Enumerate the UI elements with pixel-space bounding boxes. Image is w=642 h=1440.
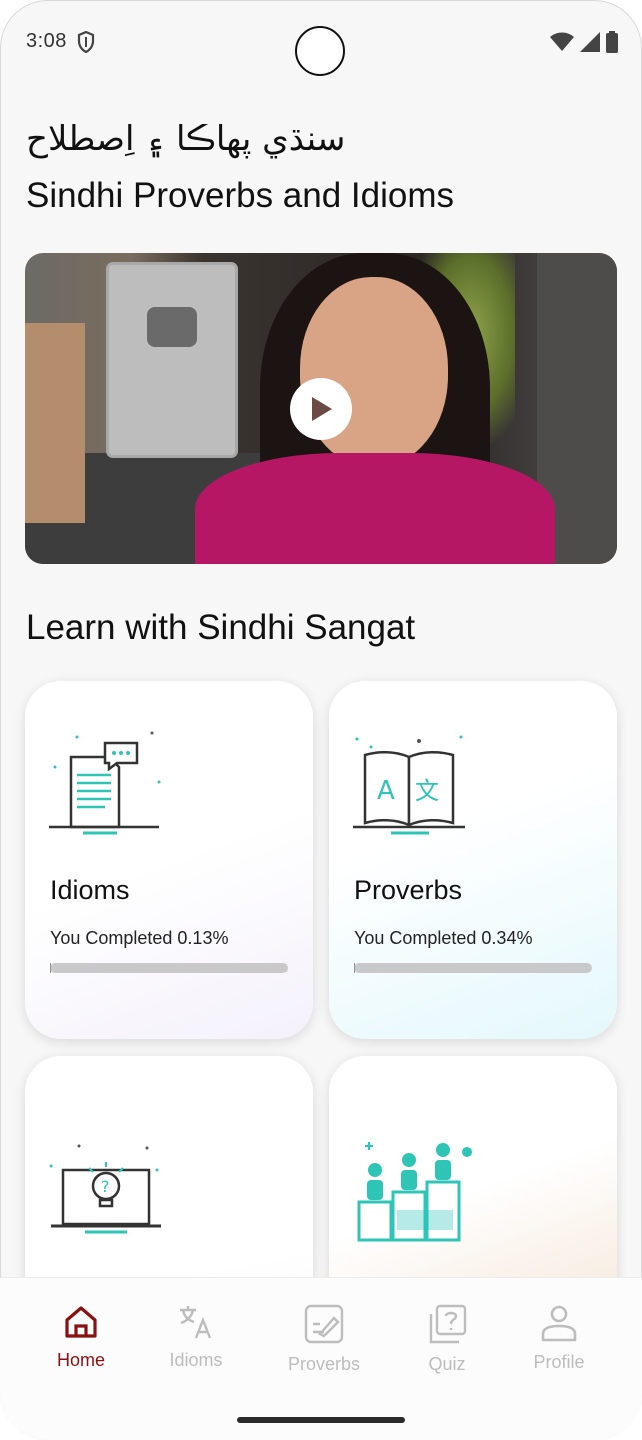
nav-item-proverbs[interactable]: Proverbs: [269, 1304, 379, 1375]
progress-bar-fill: [354, 963, 356, 973]
edit-note-icon: [304, 1304, 344, 1344]
video-player[interactable]: [25, 253, 617, 564]
bottom-nav: Home Idioms Proverbs Quiz Profile: [0, 1278, 642, 1440]
nav-label-idioms: Idioms: [169, 1350, 223, 1370]
document-chat-icon: [49, 731, 161, 835]
signal-icon: [580, 32, 600, 52]
card-title: Idioms: [50, 875, 130, 905]
card-title: Proverbs: [354, 875, 463, 905]
nav-item-quiz[interactable]: Quiz: [392, 1304, 502, 1375]
camera-cutout: [295, 26, 345, 76]
video-thumbnail-art: [25, 323, 85, 523]
page-title-sindhi: سنڌي پهاڪا ۽ اِصطلاح: [26, 119, 346, 159]
nav-label-profile: Profile: [533, 1352, 585, 1372]
home-icon: [65, 1306, 97, 1338]
nav-label-proverbs: Proverbs: [287, 1354, 361, 1374]
nav-label-quiz: Quiz: [428, 1354, 466, 1374]
shield-icon: [77, 31, 95, 53]
nav-label-home: Home: [56, 1350, 105, 1370]
section-title: Learn with Sindhi Sangat: [26, 608, 416, 647]
video-thumbnail-body: [195, 453, 555, 564]
play-icon: [312, 397, 332, 421]
wifi-icon: [550, 32, 574, 51]
translate-icon: [180, 1306, 212, 1339]
progress-bar: [354, 963, 592, 973]
progress-bar-fill: [50, 963, 52, 973]
status-time: 3:08: [26, 30, 67, 52]
nav-item-idioms[interactable]: Idioms: [141, 1304, 251, 1371]
svg-text:A: A: [377, 776, 395, 806]
progress-bar: [50, 963, 288, 973]
card-progress-text: You Completed 0.13%: [50, 928, 229, 948]
laptop-idea-icon: ?: [49, 1144, 161, 1234]
play-button[interactable]: [290, 378, 352, 440]
nav-item-home[interactable]: Home: [26, 1304, 136, 1371]
card-progress-text: You Completed 0.34%: [354, 928, 533, 948]
video-thumbnail-plaque: [109, 265, 235, 455]
battery-icon: [606, 31, 618, 53]
profile-icon: [541, 1305, 577, 1342]
home-indicator[interactable]: [237, 1417, 405, 1423]
proverbs-card[interactable]: A 文 Proverbs You Completed 0.34%: [329, 681, 617, 1039]
idioms-card[interactable]: Idioms You Completed 0.13%: [25, 681, 313, 1039]
phone-screen: 3:08 سنڌي پهاڪا ۽ اِصطلاح Sindhi Proverb…: [0, 0, 642, 1440]
svg-text:?: ?: [101, 1177, 110, 1196]
quiz-icon: [429, 1304, 467, 1344]
translate-book-icon: A 文: [353, 735, 465, 835]
page-title: Sindhi Proverbs and Idioms: [26, 176, 454, 215]
svg-text:文: 文: [415, 777, 439, 805]
status-bar: 3:08: [0, 0, 642, 86]
nav-item-profile[interactable]: Profile: [504, 1304, 614, 1373]
people-podium-icon: [357, 1142, 472, 1242]
status-icons: [550, 31, 618, 53]
